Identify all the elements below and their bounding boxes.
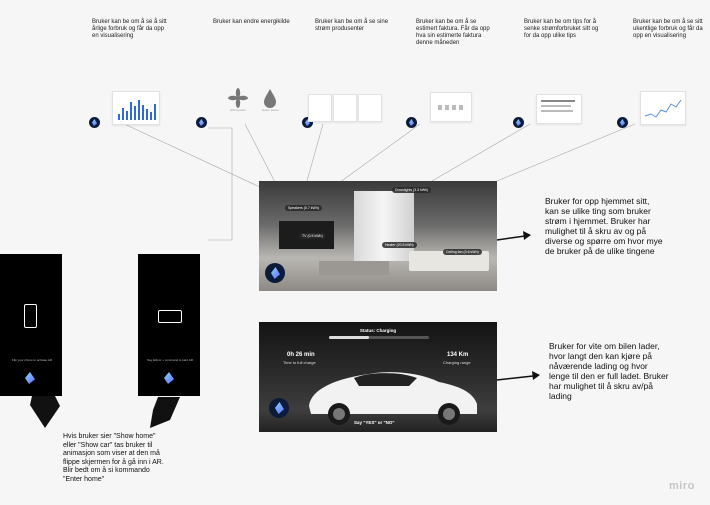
flip-phone-screen: Flip your phone to activate AR xyxy=(0,254,62,396)
phone-portrait-icon xyxy=(24,304,37,328)
home-ar-scene: Downlights (3.3 kWh) Speakers (0.7 kWh) … xyxy=(259,181,497,291)
flip-caption: Flip your phone to activate AR xyxy=(11,358,53,362)
speakers-tag[interactable]: Speakers (0.7 kWh) xyxy=(285,205,322,211)
producer-card-3 xyxy=(358,94,382,122)
command-caption: Say Ellinor + command to start AR xyxy=(147,358,193,362)
assistant-glyph xyxy=(271,267,280,279)
home-description: Bruker for opp hjemmet sitt, kan se ulik… xyxy=(545,196,663,256)
assistant-glyph xyxy=(275,402,284,414)
assistant-logo-icon xyxy=(406,117,417,128)
producer-card-2 xyxy=(333,94,357,122)
car-icon xyxy=(309,372,477,425)
assistant-logo-icon[interactable] xyxy=(25,372,35,384)
assistant-logo-icon xyxy=(513,117,524,128)
miro-watermark: miro xyxy=(669,480,695,492)
hydro-power-label[interactable]: Hydro power xyxy=(262,108,279,112)
phone-landscape-icon xyxy=(158,310,182,323)
window-curtains xyxy=(354,191,414,261)
invoice-card xyxy=(430,92,472,122)
weekly-usage-card xyxy=(640,91,686,125)
voice-prompt: Say "YES" or "NO" xyxy=(354,420,395,425)
command-phone-screen: Say Ellinor + command to start AR xyxy=(138,254,200,396)
ar-entry-description: Hvis bruker sier "Show home" eller "Show… xyxy=(63,433,164,483)
line-chart-icon xyxy=(644,99,682,118)
tip-line xyxy=(541,100,575,102)
assistant-logo-icon xyxy=(617,117,628,128)
car-description: Bruker for vite om bilen lader, hvor lan… xyxy=(549,341,669,401)
heater-tag[interactable]: Heater (20.5 kWh) xyxy=(382,242,417,248)
assistant-logo-icon[interactable] xyxy=(269,398,289,418)
tip-line xyxy=(541,110,573,112)
assistant-logo-icon[interactable] xyxy=(265,263,285,283)
tips-card xyxy=(536,94,582,124)
invoice-amount-digits xyxy=(438,105,464,110)
assistant-logo-icon[interactable] xyxy=(164,372,174,384)
floor-cabinet xyxy=(319,261,389,275)
producer-card-1 xyxy=(308,94,332,122)
tip-line xyxy=(541,105,571,107)
wind-power-label[interactable]: Wind power xyxy=(230,108,246,112)
tv-tag[interactable]: TV (0.5 kWh) xyxy=(299,233,326,239)
downlights-tag[interactable]: Downlights (3.3 kWh) xyxy=(392,187,432,193)
ceiling-fan-tag[interactable]: Ceiling fan (3.6 kWh) xyxy=(443,249,482,255)
car-ar-scene: Status: Charging 0h 26 min Time to full … xyxy=(259,322,497,432)
